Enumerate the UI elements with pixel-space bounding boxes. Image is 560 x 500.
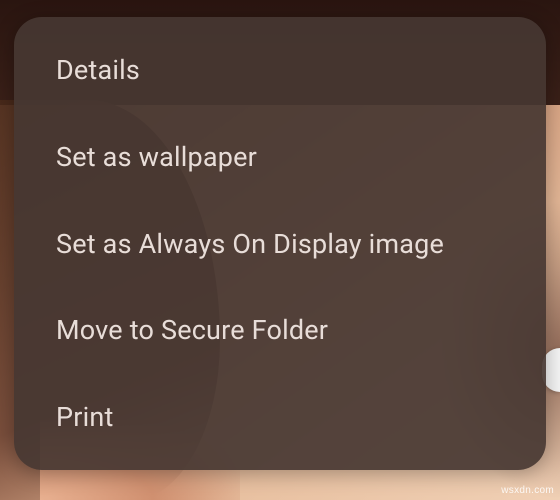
menu-item-label: Set as wallpaper xyxy=(56,141,257,173)
menu-item-label: Details xyxy=(56,54,140,86)
menu-item-set-wallpaper[interactable]: Set as wallpaper xyxy=(14,124,546,190)
watermark: wsxdn.com xyxy=(501,485,554,496)
menu-item-label: Move to Secure Folder xyxy=(56,314,328,346)
menu-item-move-secure-folder[interactable]: Move to Secure Folder xyxy=(14,297,546,363)
menu-item-print[interactable]: Print xyxy=(14,384,546,450)
menu-item-label: Print xyxy=(56,401,114,433)
menu-item-set-aod-image[interactable]: Set as Always On Display image xyxy=(14,211,546,277)
context-menu: Details Set as wallpaper Set as Always O… xyxy=(14,17,546,470)
menu-item-details[interactable]: Details xyxy=(14,37,546,103)
menu-item-label: Set as Always On Display image xyxy=(56,228,444,260)
